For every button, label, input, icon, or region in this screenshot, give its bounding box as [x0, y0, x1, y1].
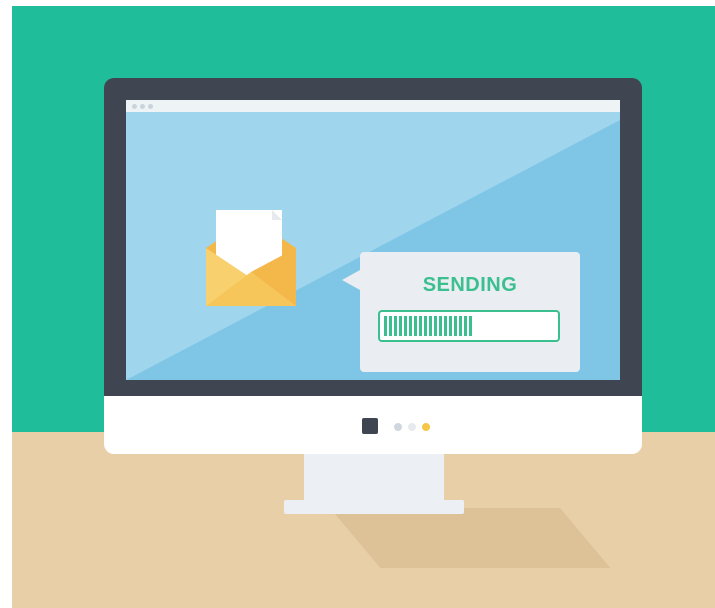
monitor-chin: [104, 396, 642, 454]
monitor-screen: SENDING: [126, 100, 620, 380]
progress-bar: [378, 310, 560, 342]
progress-fill: [384, 316, 472, 336]
indicator-dot: [394, 423, 402, 431]
bubble-tail: [342, 270, 360, 290]
envelope-open-icon: [206, 210, 296, 306]
sending-label: SENDING: [422, 274, 518, 296]
illustration-scene: SENDING: [12, 6, 715, 608]
monitor-stand-base: [284, 500, 464, 514]
window-dot: [132, 104, 137, 109]
indicator-dot: [408, 423, 416, 431]
monitor-stand-neck: [304, 454, 444, 504]
window-dot: [148, 104, 153, 109]
window-title-bar: [126, 100, 620, 112]
monitor-frame: SENDING: [104, 78, 642, 396]
indicator-dot-active: [422, 423, 430, 431]
window-dot: [140, 104, 145, 109]
status-bubble: SENDING: [342, 252, 580, 372]
monitor-shadow: [330, 508, 611, 568]
power-square-icon: [362, 418, 378, 434]
